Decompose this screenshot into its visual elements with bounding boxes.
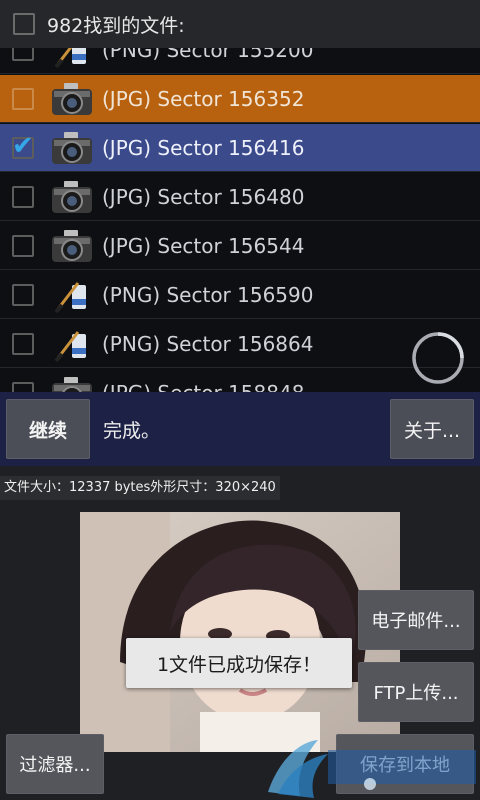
loading-spinner-icon [412, 332, 464, 384]
list-item[interactable]: (JPG) Sector 156544 [0, 222, 480, 270]
action-bar: 继续 完成。 关于... [0, 392, 480, 466]
found-files-title: 982找到的文件: [47, 14, 185, 37]
header-bar: 982找到的文件: [0, 0, 480, 48]
toast-message: 1文件已成功保存！ [126, 638, 352, 688]
file-label: (JPG) Sector 156480 [102, 184, 305, 209]
paint-tube-icon [50, 48, 94, 72]
filter-button[interactable]: 过滤器... [6, 734, 104, 794]
camera-icon [50, 224, 94, 268]
item-checkbox[interactable] [12, 234, 34, 257]
camera-icon [50, 126, 94, 170]
file-label: (JPG) Sector 156352 [102, 86, 305, 111]
item-checkbox[interactable] [12, 48, 34, 61]
checkmark-icon: ✔ [12, 130, 34, 161]
item-checkbox[interactable] [12, 381, 34, 392]
about-button[interactable]: 关于... [390, 399, 474, 459]
file-label: (PNG) Sector 156590 [102, 282, 314, 307]
ftp-upload-button[interactable]: FTP上传... [358, 662, 474, 722]
item-checkbox-checked[interactable]: ✔ [12, 131, 34, 161]
file-label: (PNG) Sector 155200 [102, 48, 314, 62]
list-item[interactable]: (JPG) Sector 156480 [0, 173, 480, 221]
status-text: 完成。 [103, 420, 161, 442]
file-label: (PNG) Sector 156864 [102, 331, 314, 356]
list-item[interactable]: (JPG) Sector 158848 [0, 369, 480, 392]
watermark-logo [268, 740, 476, 798]
file-label: (JPG) Sector 156416 [102, 135, 305, 160]
camera-icon [50, 371, 94, 392]
file-info-text: 文件大小：12337 bytes外形尺寸：320×240 [0, 476, 280, 500]
list-item[interactable]: (PNG) Sector 156590 [0, 271, 480, 319]
file-label: (JPG) Sector 156544 [102, 233, 305, 258]
paint-tube-icon [50, 273, 94, 317]
list-item[interactable]: (PNG) Sector 156864 [0, 320, 480, 368]
email-button[interactable]: 电子邮件... [358, 590, 474, 650]
image-preview [80, 512, 400, 752]
list-item[interactable]: (PNG) Sector 155200 [0, 48, 480, 74]
select-all-checkbox[interactable] [13, 13, 35, 35]
file-label: (JPG) Sector 158848 [102, 381, 304, 393]
item-checkbox[interactable] [12, 332, 34, 355]
item-checkbox[interactable] [12, 283, 34, 306]
camera-icon [50, 77, 94, 121]
item-checkbox[interactable] [12, 185, 34, 208]
camera-icon [50, 175, 94, 219]
list-item-selected[interactable]: ✔ (JPG) Sector 156416 [0, 124, 480, 172]
paint-tube-icon [50, 322, 94, 366]
item-checkbox[interactable] [12, 87, 34, 110]
continue-button[interactable]: 继续 [6, 399, 90, 459]
list-item-highlighted[interactable]: (JPG) Sector 156352 [0, 75, 480, 123]
file-list[interactable]: (PNG) Sector 155200 (JPG) Sector 156352 … [0, 48, 480, 392]
